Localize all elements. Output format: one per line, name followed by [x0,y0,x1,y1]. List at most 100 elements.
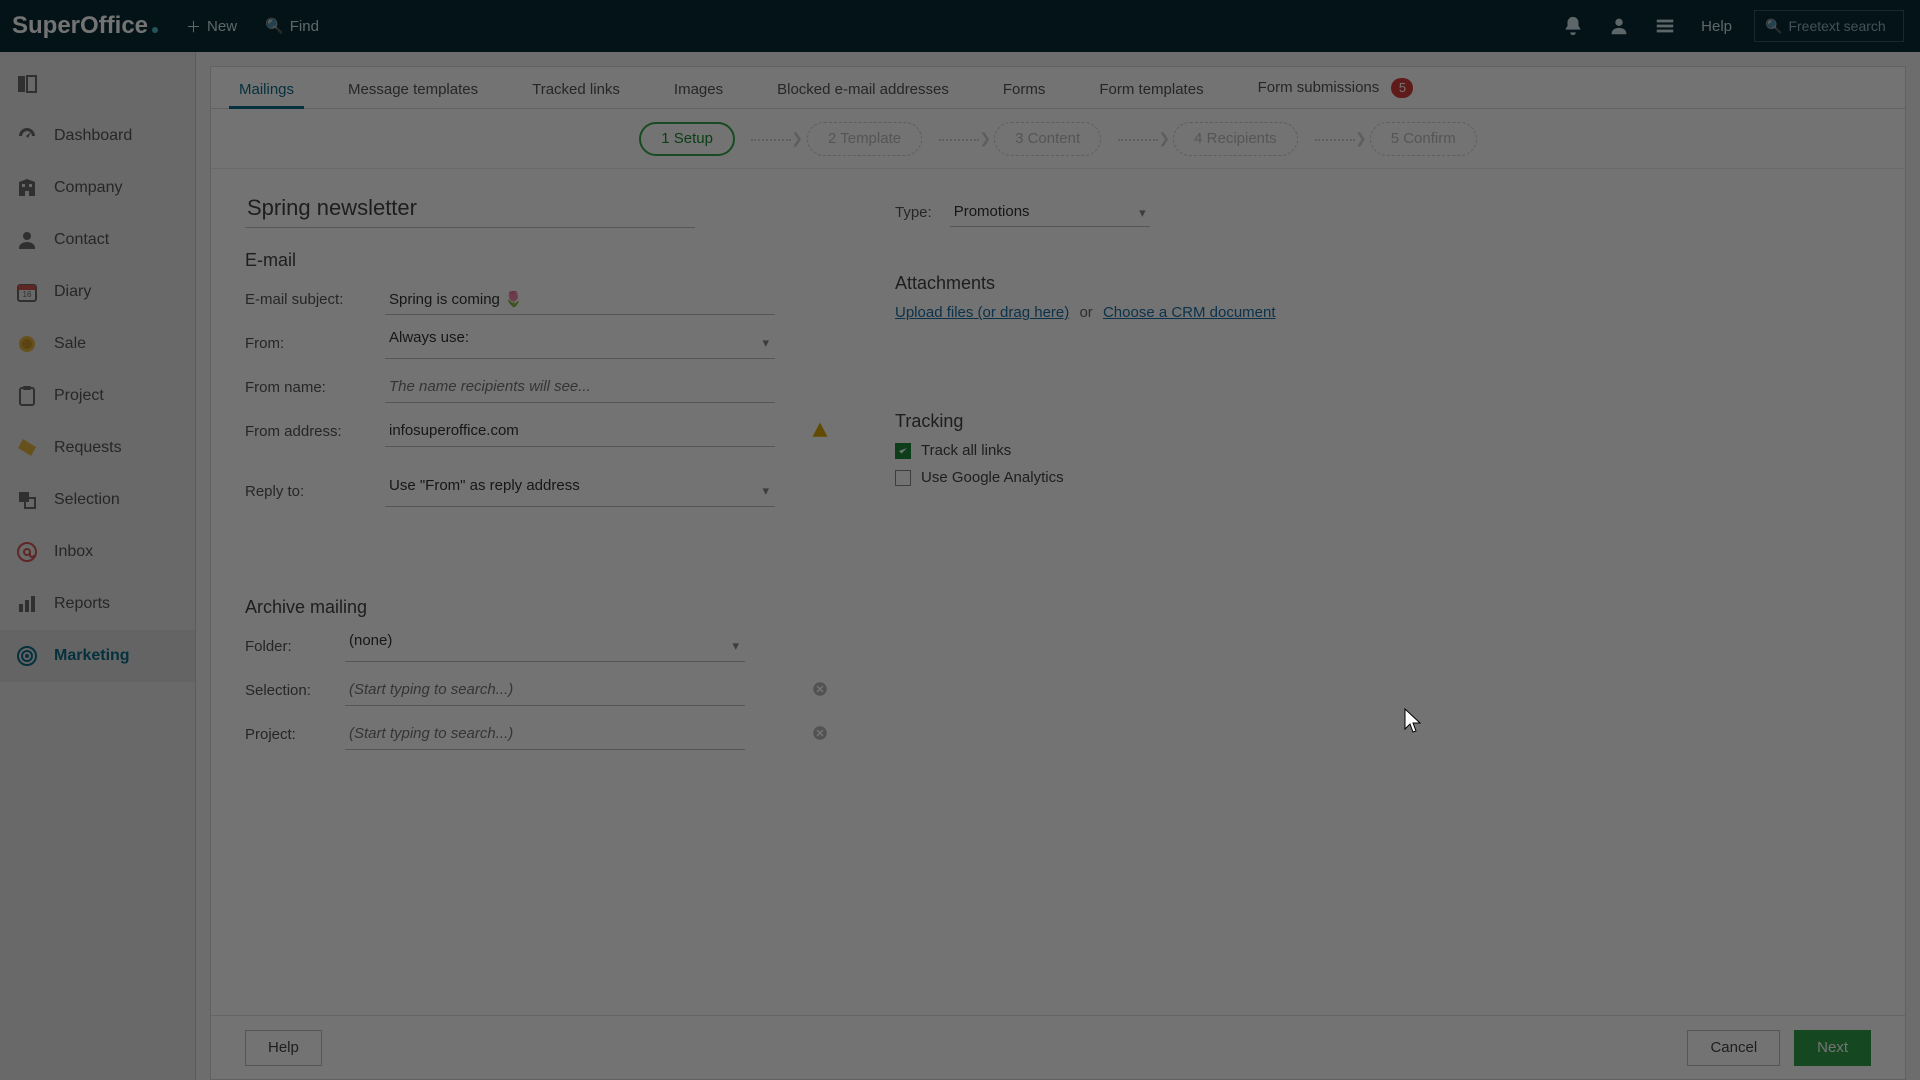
track-all-links-checkbox[interactable] [895,443,911,459]
archive-heading: Archive mailing [245,597,835,618]
help-link[interactable]: Help [1701,18,1732,35]
next-button[interactable]: Next [1794,1030,1871,1066]
ticket-icon [14,435,40,461]
tab-form-templates[interactable]: Form templates [1095,71,1207,108]
cancel-button[interactable]: Cancel [1687,1030,1780,1066]
tab-mailings[interactable]: Mailings [235,71,298,108]
main-menu-icon[interactable] [1651,12,1679,40]
from-select[interactable]: Always use: ▾ [385,327,775,359]
marketing-tabs: Mailings Message templates Tracked links… [211,67,1905,109]
reply-to-label: Reply to: [245,483,385,500]
use-google-analytics-checkbox[interactable] [895,470,911,486]
brand-text: SuperOffice [12,12,148,40]
next-button-label: Next [1817,1039,1848,1056]
help-button-label: Help [268,1039,299,1056]
use-google-analytics-label: Use Google Analytics [921,469,1064,486]
tab-label: Forms [1003,81,1046,98]
sidebar-item-label: Inbox [54,543,93,561]
project-input[interactable] [345,718,745,750]
type-select[interactable]: Promotions ▾ [950,197,1150,227]
folder-label: Folder: [245,638,345,655]
new-button[interactable]: ＋ New [186,16,237,37]
wizard-step-label: 3 Content [1015,130,1080,147]
from-address-label: From address: [245,423,385,440]
sidebar-item-dashboard[interactable]: Dashboard [0,110,195,162]
email-heading: E-mail [245,250,835,271]
selection-icon [14,487,40,513]
notifications-icon[interactable] [1559,12,1587,40]
sidebar-item-reports[interactable]: Reports [0,578,195,630]
tab-form-submissions[interactable]: Form submissions 5 [1254,68,1418,108]
navigator: Dashboard Company Contact 16 Diary Sale … [0,52,196,1080]
chevron-right-icon: ❯ [1355,130,1367,147]
find-button[interactable]: 🔍 Find [265,17,319,35]
at-icon [14,539,40,565]
chevron-down-icon: ▾ [1139,205,1146,221]
mailing-name-input[interactable] [245,191,695,228]
wizard-step-content[interactable]: 3 Content❯ [994,122,1101,156]
selection-input[interactable] [345,674,745,706]
chevron-right-icon: ❯ [1158,130,1170,147]
chevron-down-icon: ▾ [732,638,739,654]
wizard-step-recipients[interactable]: 4 Recipients❯ [1173,122,1298,156]
tab-label: Blocked e-mail addresses [777,81,949,98]
tab-blocked-email[interactable]: Blocked e-mail addresses [773,71,953,108]
freetext-search-input[interactable]: 🔍 Freetext search [1754,10,1904,42]
sidebar-item-requests[interactable]: Requests [0,422,195,474]
wizard-step-label: 2 Template [828,130,901,147]
sidebar-item-label: Sale [54,335,86,353]
chevron-down-icon: ▾ [762,335,769,351]
sidebar-item-company[interactable]: Company [0,162,195,214]
folder-value: (none) [349,632,392,649]
help-button[interactable]: Help [245,1030,322,1066]
tab-images[interactable]: Images [670,71,727,108]
target-icon [14,643,40,669]
subject-label: E-mail subject: [245,291,385,308]
upload-files-link[interactable]: Upload files (or drag here) [895,304,1069,321]
sidebar-item-inbox[interactable]: Inbox [0,526,195,578]
brand-logo: SuperOffice [12,12,158,40]
wizard-step-label: 5 Confirm [1391,130,1456,147]
sidebar-item-project[interactable]: Project [0,370,195,422]
tab-label: Images [674,81,723,98]
sidebar-item-sale[interactable]: Sale [0,318,195,370]
tab-badge: 5 [1391,78,1413,98]
from-select-value: Always use: [389,329,469,346]
tab-forms[interactable]: Forms [999,71,1050,108]
tab-message-templates[interactable]: Message templates [344,71,482,108]
wizard-step-confirm[interactable]: 5 Confirm [1370,122,1477,156]
clear-icon[interactable] [811,680,829,698]
sidebar-item-label: Marketing [54,647,130,665]
sidebar-item-label: Project [54,387,104,405]
chart-icon [14,591,40,617]
sidebar-item-selection[interactable]: Selection [0,474,195,526]
wizard-step-template[interactable]: 2 Template❯ [807,122,922,156]
from-name-label: From name: [245,379,385,396]
type-value: Promotions [954,203,1030,220]
setup-right-column: Type: Promotions ▾ Attachments Upload fi… [895,191,1871,762]
setup-left-column: E-mail E-mail subject: From: Always use:… [245,191,835,762]
folder-select[interactable]: (none) ▾ [345,630,745,662]
choose-crm-document-link[interactable]: Choose a CRM document [1103,304,1276,321]
tab-tracked-links[interactable]: Tracked links [528,71,624,108]
from-address-input[interactable] [385,415,775,447]
wizard-steps: 1 Setup❯ 2 Template❯ 3 Content❯ 4 Recipi… [211,109,1905,169]
wizard-step-setup[interactable]: 1 Setup❯ [639,122,735,156]
search-icon: 🔍 [1765,18,1782,35]
clear-icon[interactable] [811,724,829,742]
tab-label: Form templates [1099,81,1203,98]
panel-icon [14,71,40,97]
sidebar-item-marketing[interactable]: Marketing [0,630,195,682]
tab-label: Tracked links [532,81,620,98]
sidebar-item-diary[interactable]: 16 Diary [0,266,195,318]
sidebar-item-contact[interactable]: Contact [0,214,195,266]
sidebar-item-panel[interactable] [0,58,195,110]
email-subject-input[interactable] [385,283,775,315]
user-icon[interactable] [1605,12,1633,40]
from-name-input[interactable] [385,371,775,403]
mailing-panel: Mailings Message templates Tracked links… [210,66,1906,1080]
sidebar-item-label: Company [54,179,122,197]
tracking-heading: Tracking [895,411,1871,432]
reply-to-select[interactable]: Use "From" as reply address ▾ [385,475,775,507]
wizard-step-label: 4 Recipients [1194,130,1277,147]
